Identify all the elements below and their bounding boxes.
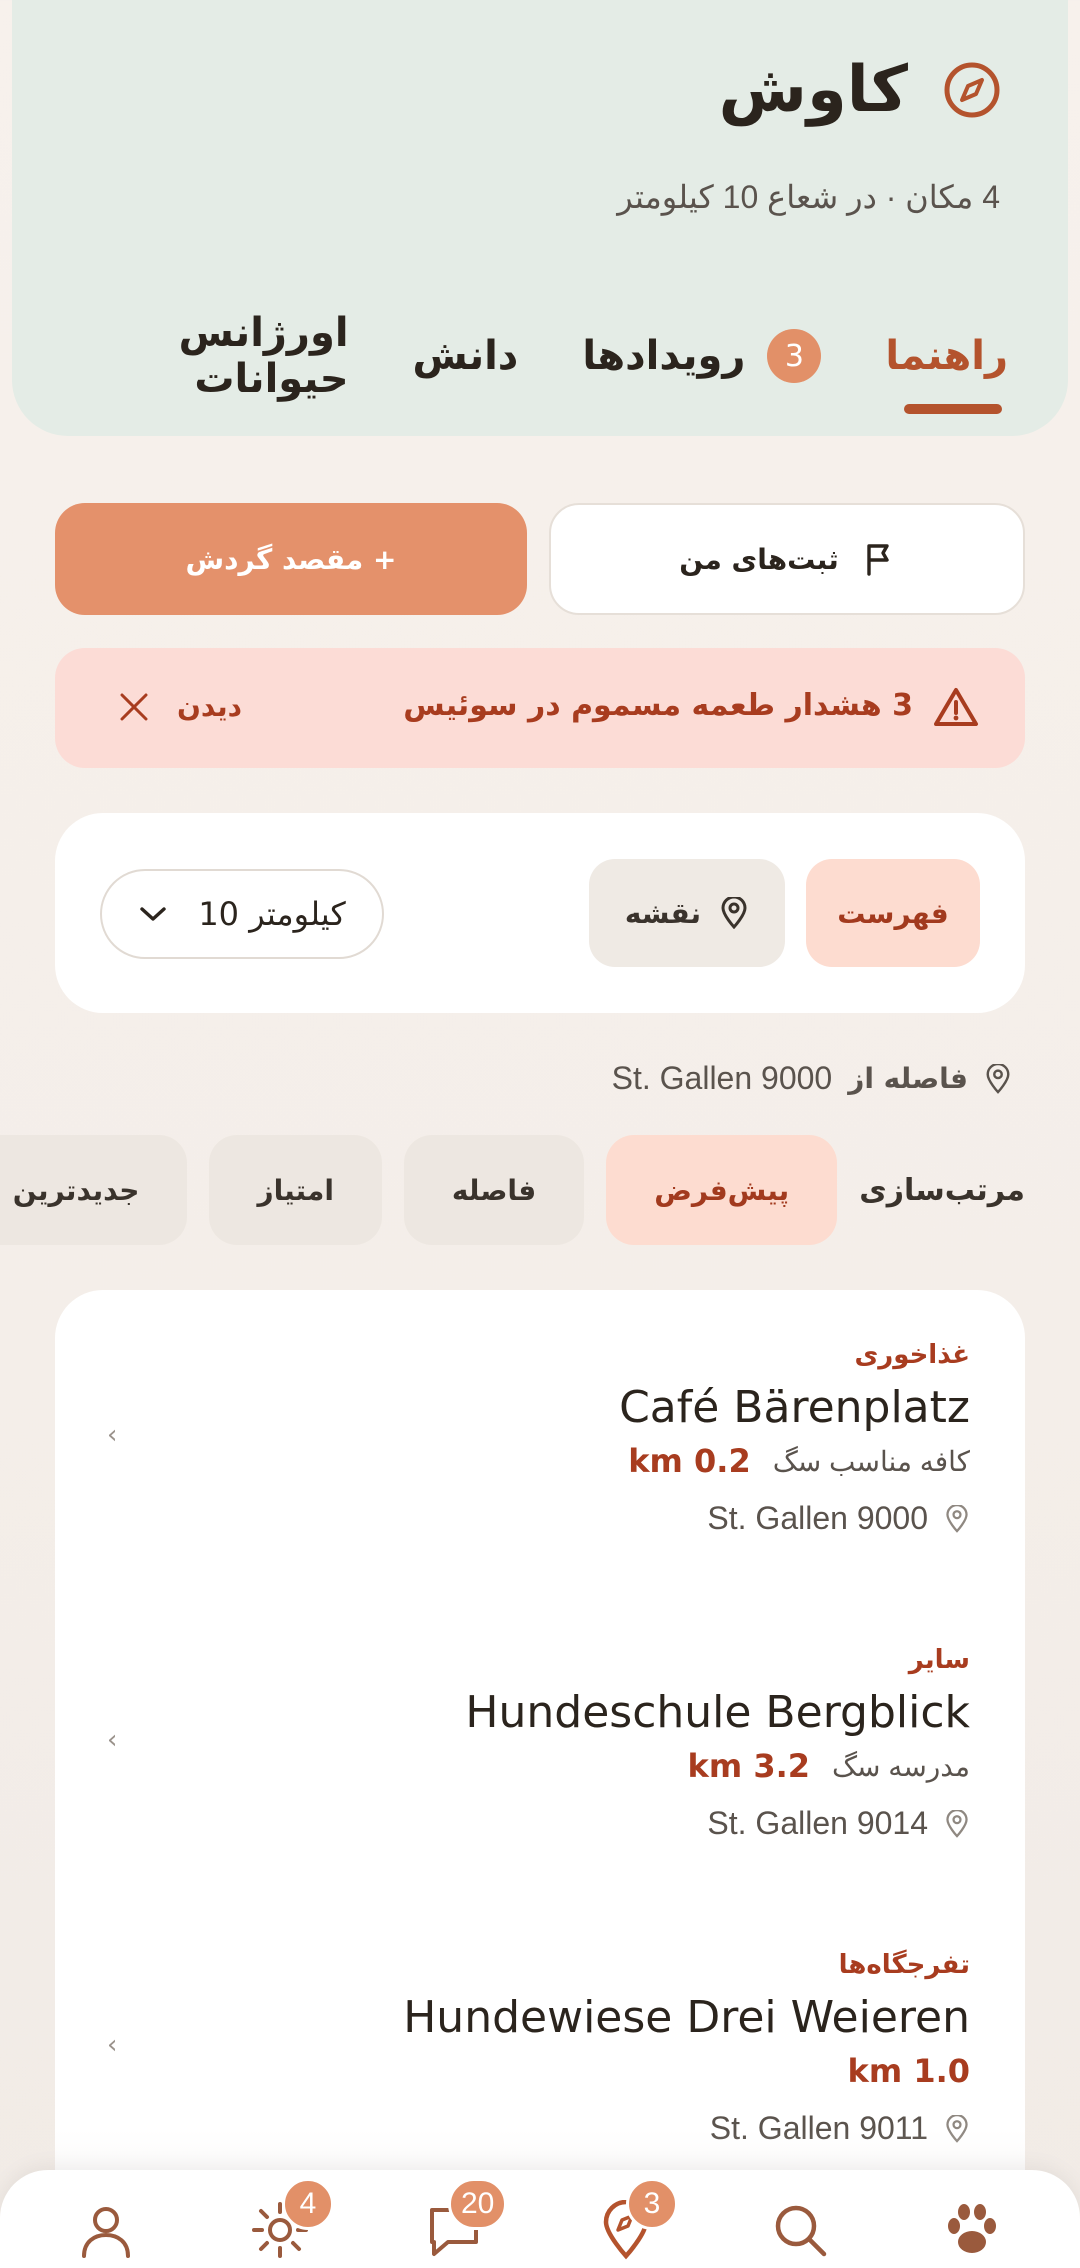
radius-value: 10 کیلومتر xyxy=(198,895,346,933)
title-row: کاوش xyxy=(719,58,1002,122)
add-destination-button[interactable]: + مقصد گردش xyxy=(55,503,527,615)
distance-from-location: St. Gallen 9000 xyxy=(611,1060,833,1096)
place-address-text: St. Gallen 9014 xyxy=(707,1805,928,1841)
place-tag: کافه مناسب سگ xyxy=(772,1445,970,1477)
view-filter-card: فهرست نقشه 10 کیلومتر xyxy=(55,813,1025,1013)
place-category: سایر xyxy=(908,1645,970,1675)
tab-label: اورژانس حیوانات xyxy=(178,310,349,402)
place-address: St. Gallen 9014 xyxy=(707,1805,970,1842)
page-title: کاوش xyxy=(718,53,908,127)
place-distance: 0.2 km xyxy=(628,1442,751,1480)
map-view-toggle[interactable]: نقشه xyxy=(589,859,785,967)
alert-view-link[interactable]: دیدن xyxy=(177,690,242,723)
place-distance: 3.2 km xyxy=(687,1747,810,1785)
list-view-label: فهرست xyxy=(837,896,949,930)
poison-bait-alert: 3 هشدار طعمه مسموم در سوئیس دیدن xyxy=(55,648,1025,768)
explore-badge: 3 xyxy=(626,2178,678,2230)
tab-knowledge[interactable]: دانش xyxy=(413,333,519,379)
tab-label: رویدادها xyxy=(582,333,746,379)
my-entries-label: ثبت‌های من xyxy=(679,542,839,576)
tab-guide[interactable]: راهنما xyxy=(885,333,1008,379)
warning-icon xyxy=(934,688,978,726)
header-panel: کاوش 4 مکان · در شعاع 10 کیلومتر راهنما … xyxy=(12,0,1068,436)
tab-animal-emergency[interactable]: اورژانس حیوانات xyxy=(12,310,349,402)
close-icon[interactable] xyxy=(117,690,151,724)
sort-label: مرتب‌سازی xyxy=(859,1172,1025,1208)
events-count-badge: 3 xyxy=(767,329,822,383)
weather-badge: 4 xyxy=(282,2178,334,2230)
compass-icon xyxy=(944,62,1000,118)
sort-newest-chip[interactable]: جدیدترین xyxy=(0,1135,188,1245)
list-item[interactable]: غذاخوری Café Bärenplatz کافه مناسب سگ 0.… xyxy=(55,1290,1025,1595)
place-address: St. Gallen 9000 xyxy=(707,1500,970,1537)
add-destination-label: + مقصد گردش xyxy=(185,542,397,576)
list-view-toggle[interactable]: فهرست xyxy=(806,859,980,967)
chevron-left-icon: ‹ xyxy=(107,1420,118,1450)
sort-bar: مرتب‌سازی پیش‌فرض فاصله امتیاز جدیدترین xyxy=(0,1135,1025,1245)
place-category: غذاخوری xyxy=(854,1340,970,1370)
tab-events[interactable]: رویدادها 3 xyxy=(582,329,822,383)
sort-rating-chip[interactable]: امتیاز xyxy=(209,1135,382,1245)
bottom-nav: 4 20 3 xyxy=(0,2170,1080,2268)
messages-badge: 20 xyxy=(448,2178,508,2230)
chevron-down-icon xyxy=(140,907,167,921)
distance-origin[interactable]: فاصله از St. Gallen 9000 xyxy=(612,1060,1012,1097)
place-meta: مدرسه سگ 3.2 km xyxy=(688,1747,970,1785)
search-icon[interactable] xyxy=(770,2200,830,2260)
flag-icon xyxy=(867,544,889,576)
tab-bar: راهنما رویدادها 3 دانش اورژانس حیوانات xyxy=(12,310,1008,402)
page-subtitle: 4 مکان · در شعاع 10 کیلومتر xyxy=(617,179,1000,215)
place-name: Hundeschule Bergblick xyxy=(465,1687,970,1738)
place-tag: مدرسه سگ xyxy=(832,1750,970,1782)
tab-label: دانش xyxy=(412,333,519,379)
action-buttons: + مقصد گردش ثبت‌های من xyxy=(55,503,1025,615)
map-view-label: نقشه xyxy=(624,896,702,930)
paw-icon[interactable] xyxy=(942,2200,1002,2260)
location-pin-icon xyxy=(946,1504,968,1533)
place-distance: 1.0 km xyxy=(847,2052,970,2090)
chevron-left-icon: ‹ xyxy=(107,1725,118,1755)
my-entries-button[interactable]: ثبت‌های من xyxy=(549,503,1025,615)
radius-select[interactable]: 10 کیلومتر xyxy=(100,869,384,959)
places-list: غذاخوری Café Bärenplatz کافه مناسب سگ 0.… xyxy=(55,1290,1025,2268)
sort-distance-chip[interactable]: فاصله xyxy=(403,1135,585,1245)
place-name: Café Bärenplatz xyxy=(619,1382,970,1433)
alert-text: 3 هشدار طعمه مسموم در سوئیس xyxy=(403,688,913,723)
profile-icon[interactable] xyxy=(76,2200,136,2260)
tab-label: راهنما xyxy=(885,333,1008,379)
place-name: Hundewiese Drei Weieren xyxy=(403,1992,970,2043)
list-item[interactable]: سایر Hundeschule Bergblick مدرسه سگ 3.2 … xyxy=(55,1595,1025,1900)
active-tab-indicator xyxy=(904,404,1002,414)
place-address-text: St. Gallen 9000 xyxy=(707,1500,928,1536)
location-pin-icon xyxy=(946,1809,968,1838)
sort-default-chip[interactable]: پیش‌فرض xyxy=(606,1135,838,1245)
place-category: تفرجگاه‌ها xyxy=(838,1950,970,1980)
location-pin-icon xyxy=(986,1063,1010,1094)
place-meta: کافه مناسب سگ 0.2 km xyxy=(628,1442,970,1480)
chevron-left-icon: ‹ xyxy=(107,2030,118,2060)
map-pin-icon xyxy=(721,897,747,929)
distance-from-label: فاصله از xyxy=(848,1062,968,1095)
place-meta: 1.0 km xyxy=(848,2052,970,2090)
